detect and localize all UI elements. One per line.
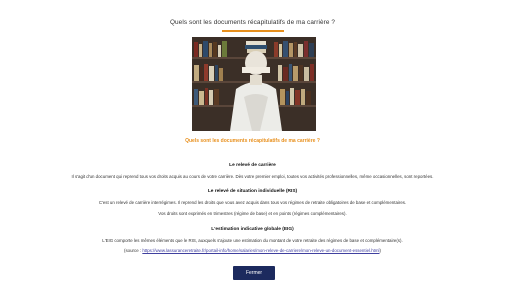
close-button[interactable]: Fermer: [233, 266, 275, 280]
source-link[interactable]: https://www.lassuranceretraite.fr/portai…: [142, 248, 379, 253]
section-heading: Le relevé de situation individuelle (RIS…: [207, 189, 298, 194]
library-photo-illustration: [192, 37, 316, 131]
section-heading: L'estimation indicative globale (EIG): [211, 227, 294, 232]
section-heading: Le relevé de carrière: [229, 163, 276, 168]
image-caption: Quels sont les documents récapitulatifs …: [185, 138, 320, 144]
section-text: C'est un relevé de carrière interrégimes…: [98, 200, 407, 205]
title-underline: [222, 30, 284, 32]
library-photo: [192, 37, 316, 131]
section-eig: L'estimation indicative globale (EIG) L'…: [0, 227, 505, 253]
source-prefix: (source :: [124, 248, 143, 253]
section-text: L'EIG comporte les mêmes éléments que le…: [102, 238, 403, 243]
source-line: (source : https://www.lassuranceretraite…: [0, 248, 505, 253]
dialog-title: Quels sont les documents récapitulatifs …: [169, 19, 336, 26]
source-suffix: ): [379, 248, 381, 253]
section-ris: Le relevé de situation individuelle (RIS…: [0, 189, 505, 216]
section-releve-carriere: Le relevé de carrière Il s'agit d'un doc…: [0, 163, 505, 179]
section-text: Il s'agit d'un document qui reprend tous…: [71, 174, 434, 179]
section-text: Vos droits sont exprimés en trimestres (…: [158, 211, 347, 216]
info-dialog: Quels sont les documents récapitulatifs …: [0, 0, 505, 285]
